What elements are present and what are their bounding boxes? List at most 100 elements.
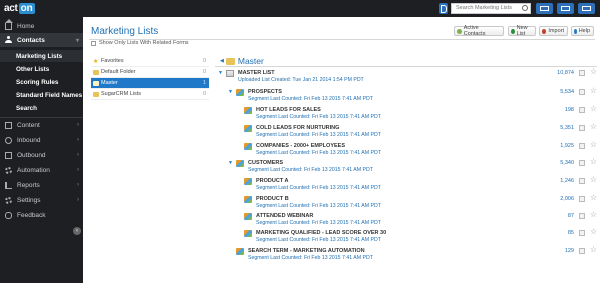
nav-sub-scoring-rules[interactable]: Scoring Rules <box>0 76 83 88</box>
list-subtitle: Segment Last Counted: Fri Feb 13 2015 7:… <box>248 96 373 102</box>
row-menu-icon[interactable] <box>579 70 585 76</box>
list-row-search-term-marketing-automation[interactable]: SEARCH TERM - MARKETING AUTOMATION Segme… <box>215 246 600 263</box>
list-count: 1,925 <box>560 143 574 149</box>
list-sheet-icon <box>226 70 234 77</box>
nav-contacts[interactable]: Contacts ▾ <box>0 33 83 47</box>
chevron-down-icon: ▾ <box>75 37 79 44</box>
show-only-related-forms-toggle[interactable]: Show Only Lists With Related Forms <box>91 40 189 46</box>
folder-label: SugarCRM Lists <box>101 91 142 97</box>
nav-feedback[interactable]: Feedback <box>0 208 83 222</box>
active-contacts-button[interactable]: Active Contacts <box>454 25 504 37</box>
collapse-triangle-icon[interactable]: ◀ <box>220 58 224 64</box>
list-row-prospects[interactable]: ▼ PROSPECTS Segment Last Counted: Fri Fe… <box>215 87 600 104</box>
row-menu-icon[interactable] <box>579 89 585 95</box>
help-button[interactable]: Help <box>571 26 594 36</box>
nav-outbound[interactable]: Outbound › <box>0 148 83 162</box>
button-label: New List <box>516 25 528 37</box>
folder-item-sugarcrm-lists[interactable]: SugarCRM Lists 0 <box>91 89 209 100</box>
list-row-cold-leads-for-nurturing[interactable]: COLD LEADS FOR NURTURING Segment Last Co… <box>215 123 600 140</box>
list-count: 87 <box>567 213 574 219</box>
row-menu-icon[interactable] <box>579 160 585 166</box>
favorite-star-icon[interactable]: ☆ <box>590 194 597 202</box>
nav-sub-marketing-lists[interactable]: Marketing Lists <box>0 50 83 62</box>
list-name[interactable]: COMPANIES - 2000+ EMPLOYEES <box>256 143 345 149</box>
search-input[interactable] <box>456 5 518 11</box>
nav-label: Settings <box>17 196 41 204</box>
search-icon[interactable] <box>522 5 528 11</box>
folder-icon <box>93 92 99 97</box>
collapse-sidebar-icon[interactable]: ‹ <box>73 227 81 235</box>
list-name[interactable]: PRODUCT B <box>256 196 289 202</box>
add-icon[interactable] <box>536 3 553 14</box>
nav-sub-standard-field-names[interactable]: Standard Field Names <box>0 89 83 101</box>
favorite-star-icon[interactable]: ☆ <box>590 87 597 95</box>
favorite-star-icon[interactable]: ☆ <box>590 123 597 131</box>
expand-toggle-icon[interactable]: ▼ <box>228 160 233 166</box>
nav-home[interactable]: Home <box>0 19 83 33</box>
search-field[interactable] <box>451 3 531 14</box>
act-on-logo[interactable]: act on <box>4 2 35 15</box>
nav-label: Reports <box>17 181 40 189</box>
list-name[interactable]: HOT LEADS FOR SALES <box>256 107 321 113</box>
row-menu-icon[interactable] <box>579 125 585 131</box>
nav-settings[interactable]: Settings › <box>0 193 83 207</box>
list-row-marketing-qualified[interactable]: MARKETING QUALIFIED - LEAD SCORE OVER 30… <box>215 228 600 245</box>
import-button[interactable]: Import <box>539 26 568 36</box>
list-row-hot-leads-for-sales[interactable]: HOT LEADS FOR SALES Segment Last Counted… <box>215 105 600 122</box>
nav-sub-label: Marketing Lists <box>16 52 63 60</box>
row-menu-icon[interactable] <box>579 143 585 149</box>
favorite-star-icon[interactable]: ☆ <box>590 141 597 149</box>
favorite-star-icon[interactable]: ☆ <box>590 246 597 254</box>
dashboard-icon[interactable] <box>439 3 448 14</box>
nav-sub-other-lists[interactable]: Other Lists <box>0 63 83 75</box>
user-menu-icon[interactable] <box>578 3 595 14</box>
expand-toggle-icon[interactable]: ▼ <box>218 70 223 76</box>
favorite-star-icon[interactable]: ☆ <box>590 228 597 236</box>
row-menu-icon[interactable] <box>579 107 585 113</box>
list-subtitle: Segment Last Counted: Fri Feb 13 2015 7:… <box>248 167 373 173</box>
mail-icon[interactable] <box>557 3 574 14</box>
nav-content[interactable]: Content › <box>0 118 83 132</box>
favorite-star-icon[interactable]: ☆ <box>590 211 597 219</box>
list-name[interactable]: PROSPECTS <box>248 89 282 95</box>
expand-toggle-icon[interactable]: ▼ <box>228 89 233 95</box>
favorite-star-icon[interactable]: ☆ <box>590 105 597 113</box>
list-subtitle: Segment Last Counted: Fri Feb 13 2015 7:… <box>256 220 381 226</box>
list-row-attended-webinar[interactable]: ATTENDED WEBINAR Segment Last Counted: F… <box>215 211 600 228</box>
row-menu-icon[interactable] <box>579 213 585 219</box>
content-icon <box>5 122 12 129</box>
folder-item-default-folder[interactable]: Default Folder 0 <box>91 67 209 78</box>
favorite-star-icon[interactable]: ☆ <box>590 158 597 166</box>
list-name[interactable]: MASTER LIST <box>238 70 275 76</box>
folder-item-favorites[interactable]: ★ Favorites 0 <box>91 56 209 67</box>
favorite-star-icon[interactable]: ☆ <box>590 176 597 184</box>
list-name[interactable]: CUSTOMERS <box>248 160 283 166</box>
list-row-product-b[interactable]: PRODUCT B Segment Last Counted: Fri Feb … <box>215 194 600 211</box>
list-name[interactable]: SEARCH TERM - MARKETING AUTOMATION <box>248 248 365 254</box>
row-menu-icon[interactable] <box>579 196 585 202</box>
list-name[interactable]: COLD LEADS FOR NURTURING <box>256 125 339 131</box>
tree-folder-header[interactable]: ◀ Master <box>220 56 264 66</box>
list-name[interactable]: ATTENDED WEBINAR <box>256 213 313 219</box>
row-menu-icon[interactable] <box>579 178 585 184</box>
list-name[interactable]: MARKETING QUALIFIED - LEAD SCORE OVER 30 <box>256 230 386 236</box>
list-row-companies-2000-employees[interactable]: COMPANIES - 2000+ EMPLOYEES Segment Last… <box>215 141 600 158</box>
row-menu-icon[interactable] <box>579 248 585 254</box>
checkbox[interactable] <box>91 40 96 46</box>
nav-sub-search[interactable]: Search <box>0 102 83 114</box>
list-subtitle: Segment Last Counted: Fri Feb 13 2015 7:… <box>256 237 381 243</box>
settings-icon <box>5 197 12 204</box>
list-row-customers[interactable]: ▼ CUSTOMERS Segment Last Counted: Fri Fe… <box>215 158 600 175</box>
list-row-product-a[interactable]: PRODUCT A Segment Last Counted: Fri Feb … <box>215 176 600 193</box>
favorite-star-icon[interactable]: ☆ <box>590 68 597 76</box>
list-name[interactable]: PRODUCT A <box>256 178 289 184</box>
new-list-button[interactable]: New List <box>508 25 536 37</box>
row-menu-icon[interactable] <box>579 230 585 236</box>
nav-reports[interactable]: Reports › <box>0 178 83 192</box>
import-icon <box>542 28 547 34</box>
list-row-master-list[interactable]: ▼ MASTER LIST Uploaded List Created: Tue… <box>215 68 600 85</box>
nav-inbound[interactable]: Inbound › <box>0 133 83 147</box>
logo-text-on: on <box>18 3 35 14</box>
nav-automation[interactable]: Automation › <box>0 163 83 177</box>
folder-item-master[interactable]: Master 1 <box>91 78 209 89</box>
